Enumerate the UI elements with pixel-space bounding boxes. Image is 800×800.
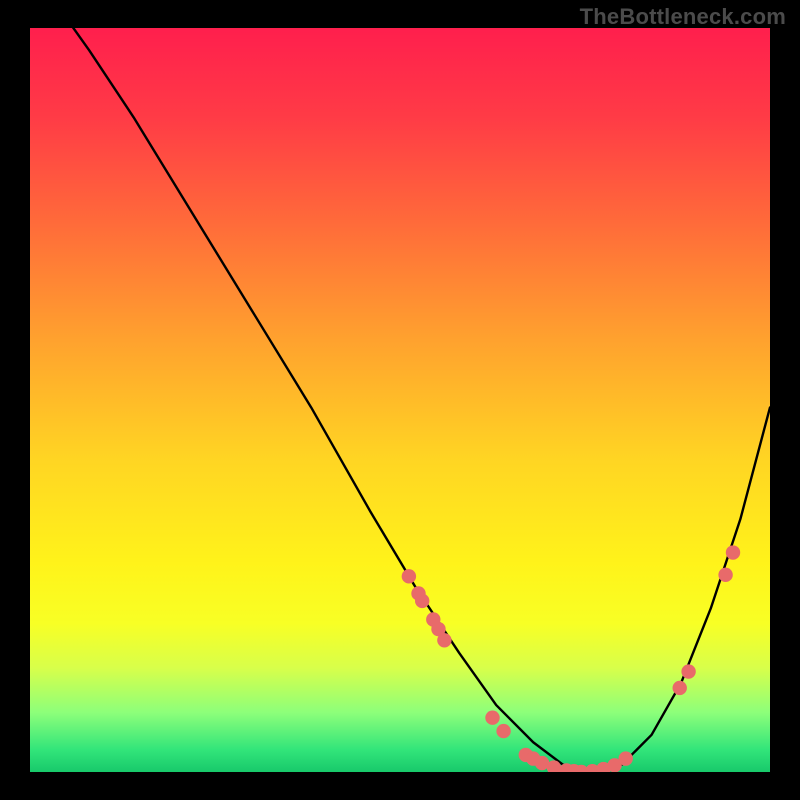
chart-svg bbox=[30, 28, 770, 772]
watermark-label: TheBottleneck.com bbox=[580, 4, 786, 30]
data-point bbox=[437, 633, 451, 647]
data-point bbox=[718, 568, 732, 582]
data-point bbox=[485, 710, 499, 724]
plot-area bbox=[30, 28, 770, 772]
data-point bbox=[619, 751, 633, 765]
data-point bbox=[726, 545, 740, 559]
data-point bbox=[681, 664, 695, 678]
data-points bbox=[402, 545, 741, 772]
bottleneck-curve bbox=[30, 28, 770, 772]
data-point bbox=[415, 594, 429, 608]
data-point bbox=[496, 724, 510, 738]
data-point bbox=[402, 569, 416, 583]
data-point bbox=[673, 681, 687, 695]
chart-frame: TheBottleneck.com bbox=[0, 0, 800, 800]
